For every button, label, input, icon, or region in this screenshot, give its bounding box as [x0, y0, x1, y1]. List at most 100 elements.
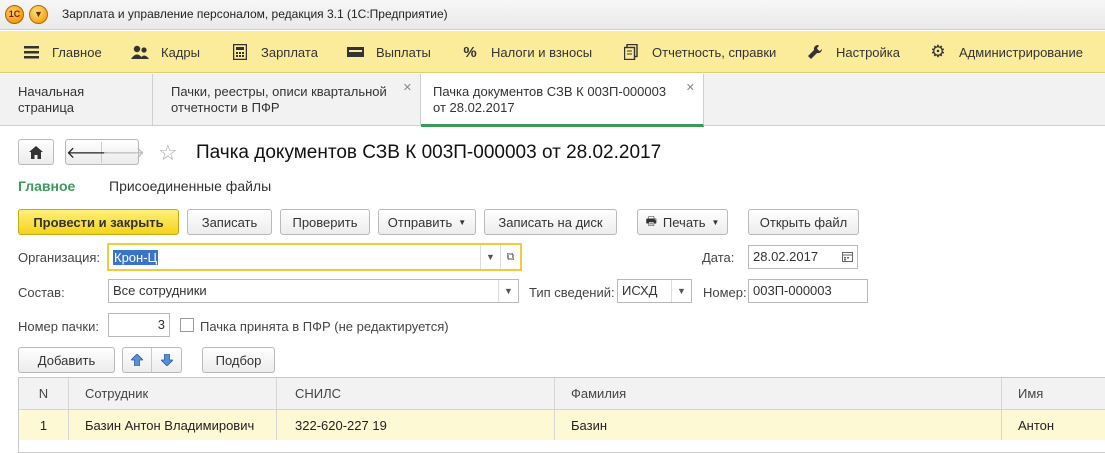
back-arrow-icon[interactable]: 🡐 [66, 141, 109, 163]
wrench-icon [806, 43, 824, 61]
info-type-select[interactable]: ИСХД ▼ [617, 279, 692, 303]
home-icon [29, 145, 43, 159]
forward-arrow-icon[interactable]: 🡒 [102, 142, 145, 163]
info-type-label: Тип сведений: [529, 285, 615, 300]
send-label: Отправить [387, 214, 453, 230]
open-file-button[interactable]: Открыть файл [748, 209, 859, 235]
pack-number-field[interactable]: 3 [108, 313, 170, 337]
write-button[interactable]: Записать [187, 209, 272, 235]
section-admin[interactable]: ⚙ Администрирование [929, 31, 1083, 73]
column-header-snils[interactable]: СНИЛС [277, 378, 555, 409]
chevron-down-icon: ▼ [711, 217, 720, 227]
section-label: Главное [52, 44, 102, 60]
send-button[interactable]: Отправить ▼ [378, 209, 476, 235]
section-label: Выплаты [376, 44, 431, 60]
move-down-icon[interactable] [152, 348, 181, 372]
date-field[interactable]: 28.02.2017 [748, 245, 858, 269]
section-reports[interactable]: Отчетность, справки [622, 31, 776, 73]
composition-select[interactable]: Все сотрудники ▼ [108, 279, 519, 303]
date-value: 28.02.2017 [753, 249, 819, 264]
composition-value: Все сотрудники [113, 283, 207, 298]
table-header: N Сотрудник СНИЛС Фамилия Имя [19, 378, 1105, 410]
cell-n: 1 [19, 410, 69, 440]
date-label: Дата: [702, 250, 735, 265]
section-payments[interactable]: Выплаты [346, 31, 431, 73]
printer-icon: 🖶 [645, 213, 657, 228]
favorite-star-icon[interactable]: ☆ [158, 140, 178, 166]
chevron-down-icon: ▼ [458, 217, 467, 227]
check-button[interactable]: Проверить [280, 209, 370, 235]
section-salary[interactable]: Зарплата [231, 31, 318, 73]
tab-label: Пачка документов СЗВ К 003П-000003 от 28… [433, 84, 667, 115]
section-label: Администрирование [959, 44, 1083, 60]
organization-value: Крон-Ц [113, 250, 159, 265]
window-titlebar: 1С ▼ Зарплата и управление персоналом, р… [0, 0, 1105, 30]
write-to-disk-button[interactable]: Записать на диск [484, 209, 617, 235]
back-forward-group: 🡐 🡒 [65, 139, 145, 165]
number-value: 003П-000003 [753, 283, 832, 298]
employees-table: N Сотрудник СНИЛС Фамилия Имя 1 Базин Ан… [18, 377, 1105, 453]
section-main[interactable]: Главное [22, 31, 102, 73]
form-tab-attached-files[interactable]: Присоединенные файлы [109, 178, 271, 194]
organization-field[interactable]: Крон-Ц ▼ ⧉ [107, 243, 522, 271]
percent-icon: % [463, 43, 477, 61]
section-label: Кадры [161, 44, 200, 60]
gear-icon: ⚙ [930, 42, 946, 61]
accepted-label: Пачка принята в ПФР (не редактируется) [200, 319, 449, 334]
main-menu-icon[interactable]: ▼ [29, 5, 48, 24]
people-icon [131, 43, 149, 61]
open-windows-bar: Начальная страница Пачки, реестры, описи… [0, 74, 1105, 127]
number-field[interactable]: 003П-000003 [748, 279, 868, 303]
tab-pack-document[interactable]: Пачка документов СЗВ К 003П-000003 от 28… [421, 74, 704, 127]
1c-logo-icon[interactable]: 1С [5, 5, 24, 24]
calculator-icon [231, 43, 249, 61]
sections-panel: Главное Кадры Зарплата Выплаты % Налоги … [0, 31, 1105, 73]
info-type-value: ИСХД [622, 283, 658, 298]
chevron-down-icon[interactable]: ▼ [498, 280, 518, 302]
reports-icon [622, 43, 640, 61]
home-button[interactable] [18, 139, 54, 165]
tab-label: Пачки, реестры, описи квартальной отчетн… [171, 84, 387, 115]
form-tab-main[interactable]: Главное [18, 178, 75, 194]
column-header-name[interactable]: Имя [1002, 378, 1105, 409]
table-row[interactable]: 1 Базин Антон Владимирович 322-620-227 1… [19, 410, 1105, 440]
menu-icon [22, 43, 40, 61]
tab-label: Начальная страница [18, 84, 85, 115]
section-label: Зарплата [261, 44, 318, 60]
wallet-icon [346, 43, 364, 61]
tab-packs-registry[interactable]: Пачки, реестры, описи квартальной отчетн… [153, 74, 421, 126]
add-button[interactable]: Добавить [18, 347, 115, 373]
close-icon[interactable]: ✕ [686, 80, 695, 96]
move-up-icon[interactable] [123, 348, 152, 372]
page-title: Пачка документов СЗВ К 003П-000003 от 28… [196, 142, 662, 163]
cell-name: Антон [1018, 417, 1055, 433]
move-buttons-group [122, 347, 182, 373]
number-label: Номер: [703, 285, 747, 300]
organization-label: Организация: [18, 250, 101, 265]
accepted-checkbox[interactable] [180, 318, 194, 332]
window-title: Зарплата и управление персоналом, редакц… [62, 7, 448, 21]
column-header-n[interactable]: N [19, 378, 69, 409]
close-icon[interactable]: ✕ [403, 80, 412, 96]
calendar-icon[interactable] [837, 246, 857, 268]
composition-label: Состав: [18, 285, 65, 300]
section-label: Отчетность, справки [652, 44, 777, 60]
chevron-down-icon[interactable]: ▼ [480, 245, 500, 269]
cell-employee: Базин Антон Владимирович [69, 410, 277, 440]
open-icon[interactable]: ⧉ [500, 245, 520, 269]
cell-surname: Базин [555, 410, 1002, 440]
section-taxes[interactable]: % Налоги и взносы [461, 31, 592, 73]
chevron-down-icon[interactable]: ▼ [671, 280, 691, 302]
post-and-close-button[interactable]: Провести и закрыть [18, 209, 179, 235]
select-button[interactable]: Подбор [202, 347, 275, 373]
column-header-surname[interactable]: Фамилия [555, 378, 1002, 409]
cell-snils: 322-620-227 19 [277, 410, 555, 440]
print-button[interactable]: 🖶 Печать ▼ [637, 209, 728, 235]
section-label: Настройка [836, 44, 900, 60]
tab-home[interactable]: Начальная страница [0, 74, 153, 126]
column-header-employee[interactable]: Сотрудник [69, 378, 277, 409]
section-hr[interactable]: Кадры [131, 31, 200, 73]
section-label: Налоги и взносы [491, 44, 593, 60]
print-label: Печать [662, 214, 706, 230]
section-settings[interactable]: Настройка [806, 31, 900, 73]
